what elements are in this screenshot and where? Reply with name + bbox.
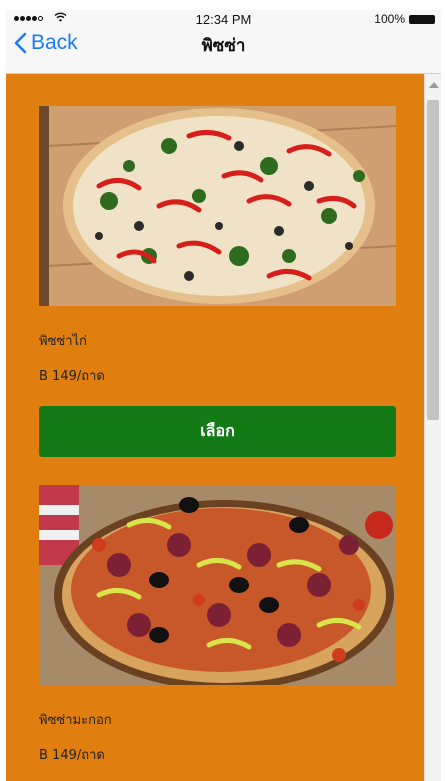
scroll-up-arrow-icon[interactable] <box>429 82 439 88</box>
back-button[interactable]: Back <box>14 30 78 56</box>
phone-screen: 12:34 PM 100% Back พิซซ่า พิซซ่าไก่ B 14… <box>6 10 441 781</box>
product-list[interactable]: พิซซ่าไก่ B 149/ถาด เลือก พิซซ่ามะกอก B … <box>6 74 424 781</box>
pizza-image <box>39 106 396 306</box>
status-bar: 12:34 PM 100% <box>6 10 441 28</box>
scroll-thumb[interactable] <box>427 100 439 420</box>
product-card: พิซซ่าไก่ B 149/ถาด เลือก <box>39 106 396 457</box>
product-name: พิซซ่าไก่ <box>39 334 87 349</box>
vertical-scrollbar[interactable] <box>424 74 441 781</box>
battery-percent: 100% <box>374 12 405 26</box>
back-label: Back <box>31 31 78 54</box>
select-button[interactable]: เลือก <box>39 406 396 457</box>
product-price: B 149/ถาด <box>39 748 105 763</box>
select-button-label: เลือก <box>200 421 235 440</box>
navigation-bar: 12:34 PM 100% Back พิซซ่า <box>6 10 441 74</box>
pizza-image <box>39 485 396 685</box>
product-price: B 149/ถาด <box>39 369 105 384</box>
product-card: พิซซ่ามะกอก B 149/ถาด <box>39 485 396 765</box>
battery-icon <box>409 15 435 24</box>
chevron-left-icon <box>14 32 27 54</box>
product-name: พิซซ่ามะกอก <box>39 713 112 728</box>
